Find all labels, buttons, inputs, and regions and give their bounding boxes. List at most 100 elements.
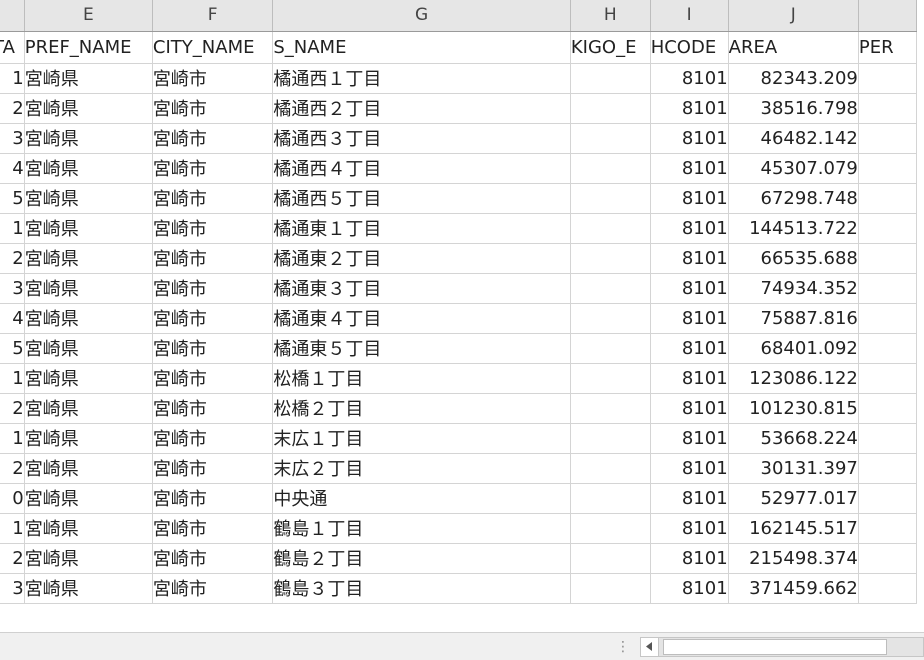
cell-d[interactable]: 3 <box>0 573 25 604</box>
cell-pref[interactable]: 宮崎県 <box>24 153 153 184</box>
cell-hcode[interactable]: 8101 <box>650 483 729 514</box>
cell-empty[interactable] <box>858 333 918 364</box>
cell-d[interactable]: 3 <box>0 273 25 304</box>
cell-area[interactable]: 123086.122 <box>728 363 859 394</box>
cell-kigo[interactable] <box>570 243 651 274</box>
cell-city[interactable]: 宮崎市 <box>152 273 274 304</box>
cell-d[interactable]: 2 <box>0 543 25 574</box>
cell-sname[interactable]: 橘通西５丁目 <box>272 183 571 214</box>
cell-sname[interactable]: 中央通 <box>272 483 571 514</box>
cell-city[interactable]: 宮崎市 <box>152 123 274 154</box>
cell-kigo[interactable] <box>570 183 651 214</box>
cell-area[interactable]: 30131.397 <box>728 453 859 484</box>
cell-d[interactable]: 1 <box>0 513 25 544</box>
cell-kigo[interactable] <box>570 453 651 484</box>
cell-hcode[interactable]: 8101 <box>650 153 729 184</box>
cell-sname[interactable]: 橘通西４丁目 <box>272 153 571 184</box>
cell-area[interactable]: 144513.722 <box>728 213 859 244</box>
cell-pref[interactable]: 宮崎県 <box>24 243 153 274</box>
cell-kigo[interactable] <box>570 153 651 184</box>
field-name-cell[interactable]: HCODE <box>650 31 729 64</box>
cell-kigo[interactable] <box>570 423 651 454</box>
cell-pref[interactable]: 宮崎県 <box>24 183 153 214</box>
cell-city[interactable]: 宮崎市 <box>152 393 274 424</box>
column-header[interactable]: H <box>570 0 651 32</box>
cell-area[interactable]: 162145.517 <box>728 513 859 544</box>
column-header[interactable]: G <box>272 0 571 32</box>
cell-pref[interactable]: 宮崎県 <box>24 213 153 244</box>
cell-kigo[interactable] <box>570 333 651 364</box>
cell-city[interactable]: 宮崎市 <box>152 573 274 604</box>
cell-city[interactable]: 宮崎市 <box>152 153 274 184</box>
cell-empty[interactable] <box>858 423 918 454</box>
cell-pref[interactable]: 宮崎県 <box>24 483 153 514</box>
cell-area[interactable]: 53668.224 <box>728 423 859 454</box>
cell-d[interactable]: 5 <box>0 183 25 214</box>
cell-city[interactable]: 宮崎市 <box>152 243 274 274</box>
cell-kigo[interactable] <box>570 303 651 334</box>
cell-empty[interactable] <box>858 363 918 394</box>
cell-area[interactable]: 38516.798 <box>728 93 859 124</box>
cell-city[interactable]: 宮崎市 <box>152 63 274 94</box>
cell-pref[interactable]: 宮崎県 <box>24 273 153 304</box>
field-name-cell[interactable]: CITY_NAME <box>152 31 274 64</box>
cell-sname[interactable]: 末広２丁目 <box>272 453 571 484</box>
cell-kigo[interactable] <box>570 93 651 124</box>
cell-empty[interactable] <box>858 483 918 514</box>
cell-d[interactable]: 4 <box>0 303 25 334</box>
cell-sname[interactable]: 橘通東３丁目 <box>272 273 571 304</box>
cell-area[interactable]: 66535.688 <box>728 243 859 274</box>
cell-pref[interactable]: 宮崎県 <box>24 363 153 394</box>
cell-pref[interactable]: 宮崎県 <box>24 393 153 424</box>
cell-sname[interactable]: 橘通西２丁目 <box>272 93 571 124</box>
field-name-cell[interactable]: PER <box>858 31 918 64</box>
cell-sname[interactable]: 末広１丁目 <box>272 423 571 454</box>
cell-empty[interactable] <box>858 303 918 334</box>
cell-hcode[interactable]: 8101 <box>650 273 729 304</box>
cell-d[interactable]: 2 <box>0 243 25 274</box>
cell-empty[interactable] <box>858 393 918 424</box>
cell-sname[interactable]: 松橋１丁目 <box>272 363 571 394</box>
cell-pref[interactable]: 宮崎県 <box>24 543 153 574</box>
cell-area[interactable]: 101230.815 <box>728 393 859 424</box>
column-header[interactable]: E <box>24 0 153 32</box>
cell-city[interactable]: 宮崎市 <box>152 213 274 244</box>
cell-hcode[interactable]: 8101 <box>650 213 729 244</box>
cell-sname[interactable]: 橘通西３丁目 <box>272 123 571 154</box>
cell-d[interactable]: 2 <box>0 393 25 424</box>
horizontal-scrollbar[interactable] <box>640 637 924 657</box>
cell-kigo[interactable] <box>570 483 651 514</box>
cell-d[interactable]: 5 <box>0 333 25 364</box>
cell-area[interactable]: 52977.017 <box>728 483 859 514</box>
column-header[interactable] <box>858 0 918 32</box>
cell-sname[interactable]: 鶴島２丁目 <box>272 543 571 574</box>
cell-hcode[interactable]: 8101 <box>650 513 729 544</box>
cell-pref[interactable]: 宮崎県 <box>24 513 153 544</box>
cell-city[interactable]: 宮崎市 <box>152 483 274 514</box>
cell-empty[interactable] <box>858 183 918 214</box>
cell-hcode[interactable]: 8101 <box>650 543 729 574</box>
cell-city[interactable]: 宮崎市 <box>152 423 274 454</box>
cell-sname[interactable]: 橘通西１丁目 <box>272 63 571 94</box>
cell-pref[interactable]: 宮崎県 <box>24 333 153 364</box>
column-header[interactable]: J <box>728 0 859 32</box>
cell-hcode[interactable]: 8101 <box>650 573 729 604</box>
cell-empty[interactable] <box>858 573 918 604</box>
cell-kigo[interactable] <box>570 273 651 304</box>
field-name-cell[interactable]: S_NAME <box>272 31 571 64</box>
cell-d[interactable]: 1 <box>0 213 25 244</box>
cell-d[interactable]: 3 <box>0 123 25 154</box>
cell-empty[interactable] <box>858 243 918 274</box>
cell-kigo[interactable] <box>570 123 651 154</box>
cell-sname[interactable]: 橘通東４丁目 <box>272 303 571 334</box>
cell-sname[interactable]: 鶴島３丁目 <box>272 573 571 604</box>
cell-empty[interactable] <box>858 213 918 244</box>
cell-hcode[interactable]: 8101 <box>650 453 729 484</box>
column-header[interactable]: I <box>650 0 729 32</box>
column-header[interactable] <box>0 0 25 32</box>
cell-d[interactable]: 1 <box>0 423 25 454</box>
cell-city[interactable]: 宮崎市 <box>152 543 274 574</box>
cell-hcode[interactable]: 8101 <box>650 303 729 334</box>
cell-area[interactable]: 68401.092 <box>728 333 859 364</box>
cell-d[interactable]: 2 <box>0 453 25 484</box>
